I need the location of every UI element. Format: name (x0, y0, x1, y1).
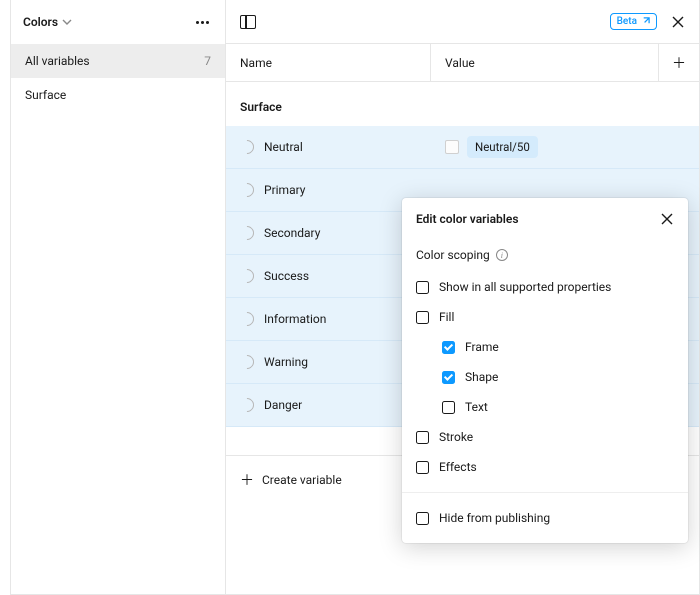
color-variable-icon (237, 137, 257, 157)
plus-icon: ＋ (240, 470, 254, 490)
variable-value-cell[interactable]: Neutral/50 (431, 136, 699, 158)
checkbox-label: Fill (439, 310, 454, 324)
main-header: Beta (226, 0, 699, 44)
variable-name-cell: Warning (226, 355, 431, 369)
color-swatch (445, 140, 459, 154)
column-header-name: Name (226, 44, 431, 81)
checkbox-label: Stroke (439, 430, 473, 444)
color-variable-icon (237, 180, 257, 200)
beta-label: Beta (617, 16, 637, 27)
variable-row[interactable]: Neutral Neutral/50 (226, 126, 699, 169)
variable-name-cell: Secondary (226, 226, 431, 240)
more-icon[interactable] (192, 17, 213, 28)
table-header: Name Value ＋ (226, 44, 699, 82)
checkbox-icon (416, 311, 429, 324)
checkbox-icon (416, 461, 429, 474)
variable-name-label: Primary (264, 183, 305, 197)
variable-name-cell: Success (226, 269, 431, 283)
chevron-down-icon (62, 17, 72, 27)
close-edit-panel-button[interactable] (660, 212, 674, 226)
sidebar-group-label: Surface (25, 88, 66, 102)
add-column-button[interactable]: ＋ (659, 44, 699, 81)
plus-icon: ＋ (672, 53, 686, 73)
info-icon[interactable]: i (496, 249, 508, 261)
beta-badge[interactable]: Beta (610, 13, 657, 30)
divider (402, 492, 688, 493)
color-variable-icon (237, 309, 257, 329)
checkbox-label: Show in all supported properties (439, 280, 611, 294)
checkbox-icon (416, 512, 429, 525)
all-variables-row[interactable]: All variables 7 (11, 44, 225, 78)
edit-variables-popover: Edit color variables Color scoping i Sho… (402, 198, 688, 543)
checkbox-effects[interactable]: Effects (402, 452, 688, 482)
checkbox-hide-publishing[interactable]: Hide from publishing (402, 503, 688, 533)
all-variables-label: All variables (25, 54, 90, 68)
color-scoping-label: Color scoping i (402, 232, 688, 272)
checkbox-text[interactable]: Text (402, 392, 688, 422)
group-header: Surface (226, 82, 699, 126)
alias-chip: Neutral/50 (467, 136, 538, 158)
close-icon (660, 212, 674, 226)
create-variable-label: Create variable (262, 473, 342, 487)
sidebar-header: Colors (11, 0, 225, 44)
variable-name-label: Neutral (264, 140, 303, 154)
checkbox-icon (416, 431, 429, 444)
close-icon (671, 15, 685, 29)
variable-name-cell: Neutral (226, 140, 431, 154)
color-variable-icon (237, 352, 257, 372)
checkbox-label: Shape (465, 370, 498, 384)
checkbox-show-all[interactable]: Show in all supported properties (402, 272, 688, 302)
external-link-icon (641, 17, 650, 26)
checkbox-label: Hide from publishing (439, 511, 550, 525)
variable-name-label: Warning (264, 355, 308, 369)
variable-name-label: Secondary (264, 226, 320, 240)
checkbox-icon (442, 401, 455, 414)
checkbox-shape[interactable]: Shape (402, 362, 688, 392)
all-variables-count: 7 (204, 54, 211, 68)
color-variable-icon (237, 223, 257, 243)
collection-name-label: Colors (23, 15, 58, 29)
checkbox-label: Frame (465, 340, 499, 354)
checkbox-icon (442, 341, 455, 354)
checkbox-frame[interactable]: Frame (402, 332, 688, 362)
variable-name-cell: Danger (226, 398, 431, 412)
checkbox-stroke[interactable]: Stroke (402, 422, 688, 452)
checkbox-icon (416, 281, 429, 294)
sidebar: Colors All variables 7 Surface (11, 0, 226, 594)
variable-name-label: Success (264, 269, 309, 283)
sidebar-group-surface[interactable]: Surface (11, 78, 225, 112)
checkbox-label: Text (465, 400, 488, 414)
color-variable-icon (237, 395, 257, 415)
sidebar-toggle-icon[interactable] (240, 15, 256, 29)
collection-dropdown[interactable]: Colors (23, 15, 72, 29)
color-variable-icon (237, 266, 257, 286)
checkbox-icon (442, 371, 455, 384)
variable-name-label: Danger (264, 398, 302, 412)
edit-panel-header: Edit color variables (402, 198, 688, 232)
variable-name-cell: Primary (226, 183, 431, 197)
checkbox-label: Effects (439, 460, 477, 474)
variable-name-cell: Information (226, 312, 431, 326)
edit-panel-title: Edit color variables (416, 212, 519, 226)
column-header-value: Value (431, 44, 659, 81)
variable-name-label: Information (264, 312, 326, 326)
close-panel-button[interactable] (671, 15, 685, 29)
checkbox-fill[interactable]: Fill (402, 302, 688, 332)
